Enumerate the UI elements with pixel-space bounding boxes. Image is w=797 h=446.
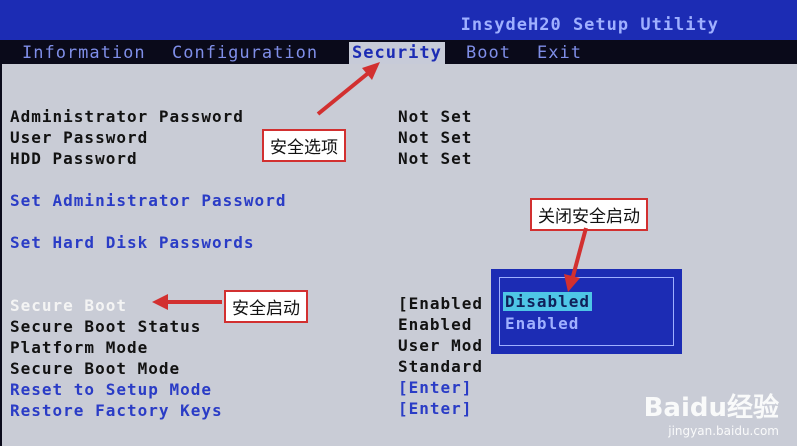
baidu-url: jingyan.baidu.com [668, 424, 779, 438]
arrow-to-disabled-option-icon [564, 227, 588, 292]
baidu-watermark: Baidu经验 jingyan.baidu.com [644, 387, 779, 438]
arrow-to-security-tab-icon [316, 62, 380, 116]
baidu-logo: Baidu经验 [643, 393, 779, 423]
arrow-to-secure-boot-icon [152, 294, 222, 310]
annotation-arrows [152, 62, 588, 310]
